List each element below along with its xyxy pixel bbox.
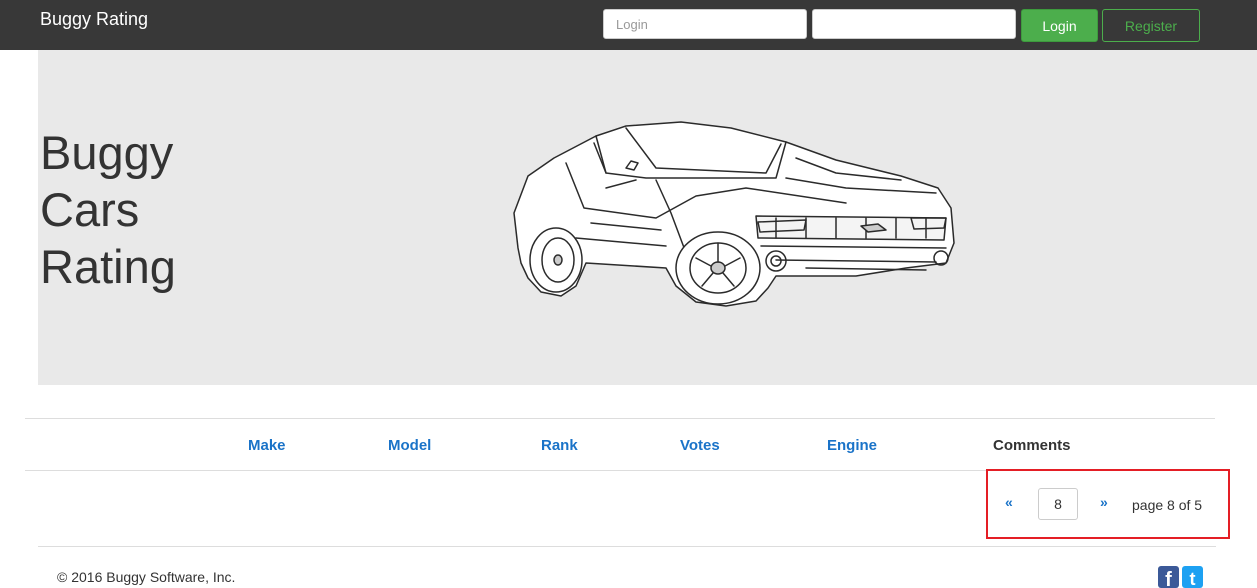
brand-link[interactable]: Buggy Rating xyxy=(40,9,148,30)
register-button[interactable]: Register xyxy=(1102,9,1200,42)
login-input[interactable] xyxy=(603,9,807,39)
hero-title-line: Cars xyxy=(40,183,140,236)
car-illustration xyxy=(513,121,955,307)
hero-banner: Buggy Cars Rating xyxy=(38,50,1257,385)
column-header-comments: Comments xyxy=(993,437,1071,454)
hero-title-line: Rating xyxy=(40,240,176,293)
footer-divider xyxy=(38,546,1216,547)
hero-title-line: Buggy xyxy=(40,126,174,179)
column-header-model[interactable]: Model xyxy=(388,437,431,454)
column-header-engine[interactable]: Engine xyxy=(827,437,877,454)
table-top-divider xyxy=(25,418,1215,419)
copyright-text: © 2016 Buggy Software, Inc. xyxy=(57,569,236,585)
next-page-link[interactable]: » xyxy=(1100,494,1108,510)
login-button[interactable]: Login xyxy=(1021,9,1098,42)
previous-page-link[interactable]: « xyxy=(1005,494,1013,510)
column-header-make[interactable]: Make xyxy=(248,437,286,454)
column-header-votes[interactable]: Votes xyxy=(680,437,720,454)
hero-title: Buggy Cars Rating xyxy=(40,124,280,295)
page-count-text: page 8 of 5 xyxy=(1132,497,1203,513)
page-number-input[interactable] xyxy=(1038,488,1078,520)
navbar: Buggy Rating Login Register xyxy=(0,0,1257,50)
facebook-icon[interactable]: f xyxy=(1158,566,1179,588)
twitter-icon[interactable]: t xyxy=(1182,566,1203,588)
column-header-rank[interactable]: Rank xyxy=(541,437,578,454)
password-input[interactable] xyxy=(812,9,1016,39)
